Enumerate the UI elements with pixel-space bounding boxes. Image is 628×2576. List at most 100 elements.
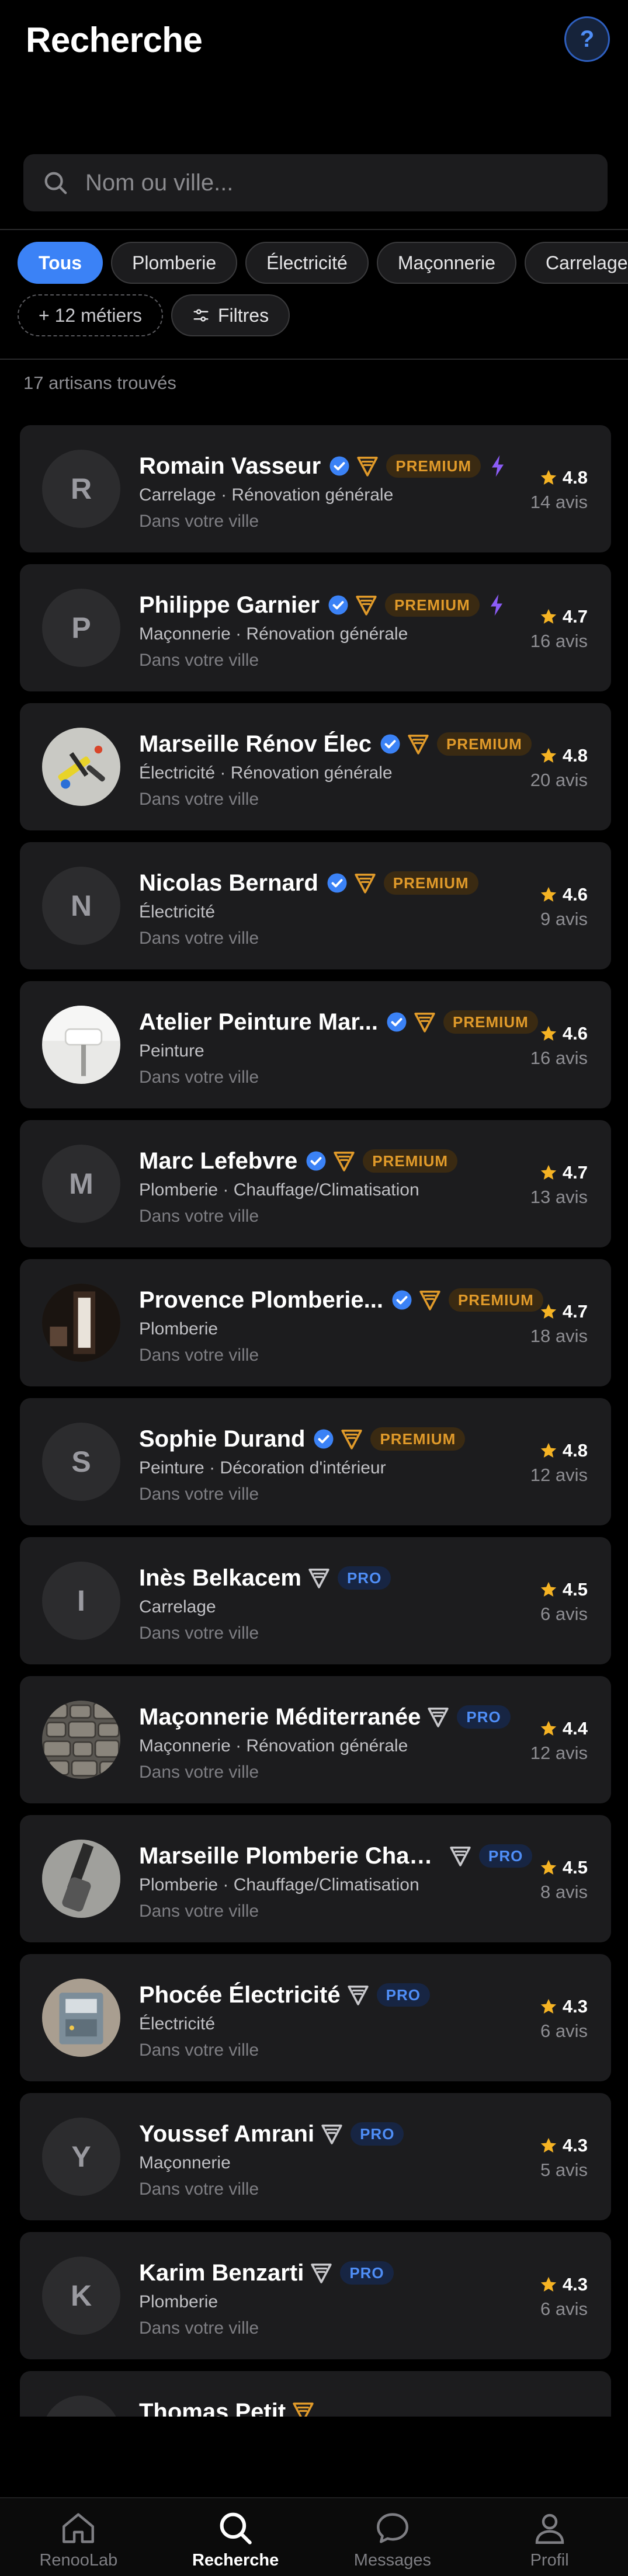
- name-row: Inès Belkacem PRO: [139, 1563, 391, 1593]
- search-bar[interactable]: [23, 154, 608, 211]
- artisan-trades: Plomberie · Chauffage/Climatisation: [139, 1180, 419, 1200]
- review-count: 6 avis: [540, 2299, 588, 2319]
- artisan-card[interactable]: M Marc Lefebvre PREMIUM Plomberie · Chauffa…: [20, 1120, 611, 1247]
- review-count: 16 avis: [530, 631, 588, 651]
- help-button[interactable]: ?: [564, 16, 610, 62]
- artisan-location: Dans votre ville: [139, 512, 259, 531]
- nav-item-recherche[interactable]: Recherche: [157, 2498, 314, 2576]
- search-icon: [44, 172, 67, 194]
- more-trades-chip[interactable]: + 12 métiers: [18, 294, 163, 336]
- trade-chips: Tous Plomberie Électricité Maçonnerie Ca…: [18, 242, 628, 284]
- filters-button[interactable]: Filtres: [171, 294, 290, 336]
- tier-badge: PREMIUM: [370, 1427, 466, 1451]
- artisan-card[interactable]: Phocée Électricité PRO Électricité Dans vot…: [20, 1954, 611, 2081]
- artisan-name: Phocée Électricité: [139, 1981, 341, 2008]
- star-icon: [540, 1442, 557, 1458]
- rating: 4.6 16 avis: [530, 1023, 588, 1069]
- artisan-card[interactable]: Y Youssef Amrani PRO Maçonnerie Dans votre v…: [20, 2093, 611, 2220]
- artisan-card[interactable]: Marseille Plomberie Chauff... PRO Plomberi…: [20, 1815, 611, 1942]
- level-shield-icon: [293, 2403, 314, 2417]
- home-icon: [63, 2513, 95, 2543]
- chip-plomberie[interactable]: Plomberie: [111, 242, 238, 284]
- tier-badge: PRO: [457, 1705, 511, 1729]
- divider: [0, 359, 628, 360]
- artisan-name: Youssef Amrani: [139, 2120, 315, 2147]
- rating: 4.7 16 avis: [530, 606, 588, 652]
- boost-icon: [490, 594, 502, 616]
- artisan-card[interactable]: Atelier Peinture Mar... PREMIUM Peinture Da…: [20, 981, 611, 1108]
- rating-row: 4.5: [539, 1857, 588, 1878]
- avatar: R: [42, 450, 120, 528]
- nav-item-messages[interactable]: Messages: [314, 2498, 471, 2576]
- verified-icon: [328, 595, 348, 615]
- level-shield-icon: [419, 1291, 440, 1310]
- artisan-card[interactable]: N Nicolas Bernard PREMIUM Électricité Dans v…: [20, 842, 611, 969]
- verified-icon: [387, 1012, 407, 1032]
- artisan-card[interactable]: I Inès Belkacem PRO Carrelage Dans votre vil…: [20, 1537, 611, 1664]
- rating-value: 4.8: [562, 467, 588, 488]
- artisan-card[interactable]: P Philippe Garnier PREMIUM Maçonnerie · Rén…: [20, 564, 611, 691]
- artisan-trades: Carrelage: [139, 1597, 216, 1616]
- artisan-card[interactable]: S Sophie Durand PREMIUM Peinture · Décorati…: [20, 1398, 611, 1525]
- rating: 4.5 6 avis: [539, 1579, 588, 1625]
- review-count: 8 avis: [540, 1882, 588, 1902]
- artisan-location: Dans votre ville: [139, 790, 259, 809]
- artisan-card[interactable]: T Thomas Petit: [20, 2371, 611, 2417]
- verified-icon: [329, 456, 349, 476]
- rating-value: 4.3: [562, 2274, 588, 2295]
- artisan-name: Karim Benzarti: [139, 2259, 304, 2286]
- rating: 4.3 6 avis: [539, 2274, 588, 2320]
- artisan-card[interactable]: Provence Plomberie... PREMIUM Plomberie Dan…: [20, 1259, 611, 1386]
- results-list: R Romain Vasseur PREMIUM Carrelage · Rénova…: [0, 409, 628, 2417]
- artisan-card[interactable]: Maçonnerie Méditerranée PRO Maçonnerie · R…: [20, 1676, 611, 1803]
- artisan-location: Dans votre ville: [139, 1624, 259, 1643]
- search-input[interactable]: [85, 169, 588, 196]
- level-shield-icon: [357, 457, 378, 477]
- review-count: 6 avis: [540, 2021, 588, 2041]
- artisan-name: Romain Vasseur: [139, 453, 321, 479]
- verified-icon: [314, 1429, 334, 1449]
- chip-electricite[interactable]: Électricité: [245, 242, 369, 284]
- review-count: 12 avis: [530, 1465, 588, 1485]
- level-shield-icon: [450, 1847, 471, 1866]
- filter-chips: + 12 métiers Filtres: [18, 294, 290, 336]
- artisan-location: Dans votre ville: [139, 651, 259, 670]
- artisan-trades: Carrelage · Rénovation générale: [139, 485, 394, 505]
- star-icon: [540, 609, 557, 624]
- rating: 4.3 6 avis: [539, 1996, 588, 2042]
- tier-badge: PREMIUM: [443, 1010, 538, 1034]
- artisan-trades: Plomberie · Chauffage/Climatisation: [139, 1875, 419, 1894]
- nav-item-profil[interactable]: Profil: [471, 2498, 628, 2576]
- rating-value: 4.7: [562, 1162, 588, 1183]
- chip-maconnerie[interactable]: Maçonnerie: [376, 242, 517, 284]
- artisan-trades: Maçonnerie · Rénovation générale: [139, 624, 408, 644]
- artisan-card[interactable]: R Romain Vasseur PREMIUM Carrelage · Rénova…: [20, 425, 611, 552]
- chip-tous[interactable]: Tous: [18, 242, 103, 284]
- header: Recherche ?: [0, 0, 628, 82]
- artisan-card[interactable]: K Karim Benzarti PRO Plomberie Dans votre vi…: [20, 2232, 611, 2359]
- rating-row: 4.5: [539, 1579, 588, 1600]
- artisan-trades: Plomberie: [139, 2292, 218, 2311]
- level-shield-icon: [355, 874, 376, 894]
- name-row: Marseille Plomberie Chauff... PRO: [139, 1841, 533, 1871]
- rating-row: 4.7: [530, 1162, 588, 1183]
- name-row: Phocée Électricité PRO: [139, 1980, 430, 2010]
- sliders-icon: [193, 309, 209, 322]
- verified-icon: [380, 734, 400, 754]
- avatar: K: [42, 2257, 120, 2335]
- level-shield-icon: [308, 1569, 329, 1588]
- review-count: 12 avis: [530, 1743, 588, 1763]
- name-row: Romain Vasseur PREMIUM: [139, 451, 506, 481]
- review-count: 20 avis: [530, 770, 588, 790]
- rating-value: 4.7: [562, 1301, 588, 1322]
- artisan-card[interactable]: Marseille Rénov Élec PREMIUM Électricité ·…: [20, 703, 611, 830]
- chip-carrelage[interactable]: Carrelage: [525, 242, 628, 284]
- artisan-location: Dans votre ville: [139, 2179, 259, 2199]
- verified-icon: [327, 873, 347, 893]
- artisan-name: Inès Belkacem: [139, 1565, 301, 1591]
- nav-item-renoolab[interactable]: RenooLab: [0, 2498, 157, 2576]
- rating: 4.8 12 avis: [530, 1440, 588, 1486]
- name-row: Provence Plomberie... PREMIUM: [139, 1285, 543, 1315]
- rating-row: 4.8: [530, 467, 588, 488]
- tier-badge: PRO: [351, 2122, 404, 2146]
